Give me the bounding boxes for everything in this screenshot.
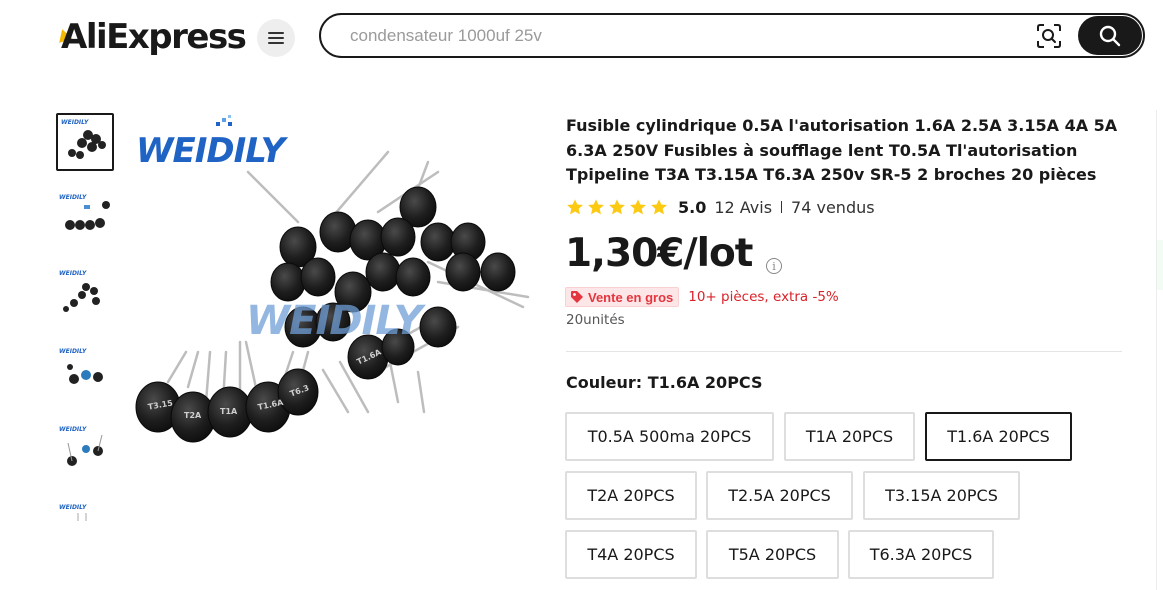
panel-edge-highlight	[1157, 240, 1163, 290]
thumbnail-6[interactable]: WEIDILY	[56, 501, 114, 521]
svg-text:WEIDILY: WEIDILY	[136, 131, 289, 171]
color-label: Couleur: T1.6A 20PCS	[566, 373, 763, 392]
star-icon	[651, 199, 667, 215]
weidily-logo: WEIDILY	[136, 115, 290, 171]
star-icon	[609, 199, 625, 215]
svg-text:WEIDILY: WEIDILY	[246, 298, 427, 344]
svg-text:T2A: T2A	[184, 411, 202, 420]
star-icon	[630, 199, 646, 215]
magnifier-icon	[1099, 25, 1121, 46]
fuse-product-image: WEIDILY WEIDILY T3.15 T2A T1A T1.6A T6.3…	[135, 115, 530, 443]
svg-text:WEIDILY: WEIDILY	[59, 194, 87, 201]
reviews-link[interactable]: 12 Avis	[714, 198, 772, 217]
rating-row: 5.0 12 Avis 74 vendus	[566, 196, 875, 218]
star-icon	[567, 199, 583, 215]
fuse-thumbnail-image: WEIDILY	[59, 426, 103, 466]
fuse-thumbnail-image: WEIDILY	[59, 504, 87, 521]
bulk-badge: Vente en gros	[565, 287, 680, 307]
info-icon[interactable]: i	[766, 258, 782, 274]
thumbnail-5[interactable]: WEIDILY	[56, 423, 114, 481]
svg-text:WEIDILY: WEIDILY	[59, 348, 87, 355]
hamburger-menu-icon	[268, 32, 284, 44]
rating-score: 5.0	[678, 197, 707, 217]
svg-text:WEIDILY: WEIDILY	[59, 504, 87, 511]
thumbnail-2[interactable]: WEIDILY	[56, 191, 114, 249]
bulk-discount-row: Vente en gros 10+ pièces, extra -5%	[565, 287, 839, 307]
camera-search-button[interactable]	[1035, 23, 1063, 49]
option-t1a[interactable]: T1A 20PCS	[784, 412, 915, 461]
option-t315a[interactable]: T3.15A 20PCS	[863, 471, 1020, 520]
product-title: Fusible cylindrique 0.5A l'autorisation …	[566, 116, 1118, 184]
search-input[interactable]	[321, 15, 1143, 56]
bulk-badge-label: Vente en gros	[588, 289, 674, 305]
svg-text:WEIDILY: WEIDILY	[59, 270, 87, 277]
sold-count: 74 vendus	[791, 197, 875, 217]
search-bar	[319, 13, 1145, 58]
svg-text:WEIDILY: WEIDILY	[61, 119, 89, 126]
fuse-thumbnail-image: WEIDILY	[59, 194, 110, 230]
aliexpress-logo[interactable]: AliExpress	[55, 15, 247, 59]
thumbnail-4[interactable]: WEIDILY	[56, 345, 114, 403]
option-t4a[interactable]: T4A 20PCS	[565, 530, 697, 579]
option-t16a-selected[interactable]: T1.6A 20PCS	[925, 412, 1072, 461]
main-product-image[interactable]: WEIDILY WEIDILY T3.15 T2A T1A T1.6A T6.3…	[128, 112, 548, 532]
search-button[interactable]	[1078, 16, 1142, 55]
fuse-thumbnail-image: WEIDILY	[59, 348, 103, 384]
section-divider	[566, 351, 1122, 352]
panel-edge	[1156, 110, 1157, 590]
thumbnail-1[interactable]: WEIDILY	[56, 113, 114, 171]
option-t2a[interactable]: T2A 20PCS	[565, 471, 697, 520]
thumbnail-3[interactable]: WEIDILY	[56, 267, 114, 325]
price: 1,30€/lot	[565, 231, 753, 276]
camera-search-icon	[1037, 24, 1061, 48]
fuse-thumbnail-image: WEIDILY	[61, 119, 106, 159]
menu-button[interactable]	[257, 19, 295, 57]
units-per-lot: 20unités	[566, 312, 625, 328]
option-t63a[interactable]: T6.3A 20PCS	[848, 530, 994, 579]
svg-text:T1A: T1A	[220, 407, 238, 416]
logo-text: AliExpress	[61, 17, 247, 57]
fuse-thumbnail-image: WEIDILY	[59, 270, 100, 312]
rating-stars	[566, 198, 668, 216]
divider	[781, 201, 783, 213]
option-t05a[interactable]: T0.5A 500ma 20PCS	[565, 412, 774, 461]
bulk-discount-text: 10+ pièces, extra -5%	[688, 289, 839, 305]
option-t5a[interactable]: T5A 20PCS	[706, 530, 839, 579]
star-icon	[588, 199, 604, 215]
svg-text:WEIDILY: WEIDILY	[59, 426, 87, 433]
option-t25a[interactable]: T2.5A 20PCS	[706, 471, 853, 520]
tag-icon	[571, 291, 583, 303]
